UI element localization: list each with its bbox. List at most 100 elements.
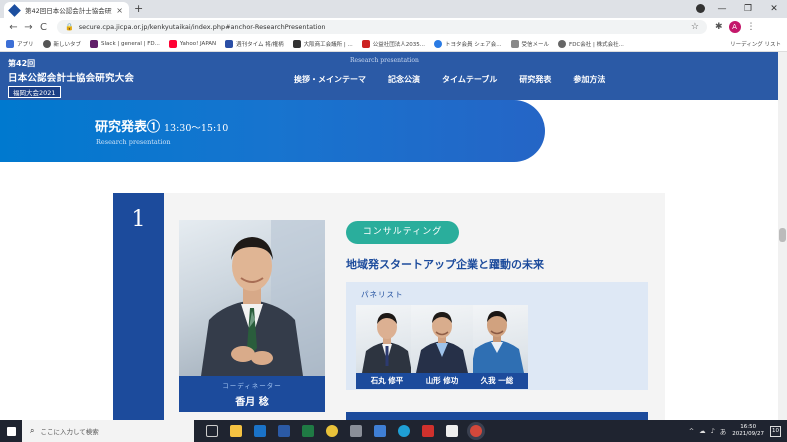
browser-tab[interactable]: 第42回日本公認会計士協会研究大会 × [4,2,129,18]
chrome-active-icon[interactable] [470,425,482,437]
logo-badge: 福岡大会2021 [8,86,61,98]
page-scrollbar[interactable] [778,52,787,420]
profile-avatar[interactable]: A [728,21,741,33]
store-icon[interactable] [374,425,386,437]
global-nav: 挨拶・メインテーマ 記念公演 タイムテーブル 研究発表 参加方法 [294,74,627,85]
bookmark-item[interactable]: Slack | general | FD... [90,39,160,48]
browser-menu-icon[interactable]: ⋮ [747,22,756,32]
bookmark-item[interactable]: トヨタ会員 シェア会... [434,39,502,48]
yahoo-icon [168,39,177,48]
onedrive-icon[interactable]: ☁ [699,427,706,435]
presentation-title: 地域発スタートアップ企業と躍動の未来 [346,258,544,271]
nav-active-caption: Research presentation [350,57,419,64]
taskbar-clock[interactable]: 16:50 2021/09/27 [732,424,764,438]
bookmark-item[interactable]: 公益社団法人2035... [361,39,425,48]
reload-button[interactable]: C [36,22,51,33]
address-bar[interactable]: 🔒 secure.cpa.jicpa.or.jp/kenkyutaikai/in… [57,20,707,34]
tray-expand-icon[interactable]: ^ [689,427,694,435]
mail-icon [510,39,519,48]
forward-button[interactable]: → [21,22,36,33]
coordinator-caption: コーディネーター 香月 稔 [179,376,325,412]
globe-icon [558,39,567,48]
outlook-icon[interactable] [254,425,266,437]
url-text[interactable]: secure.cpa.jicpa.or.jp/kenkyutaikai/inde… [79,23,326,31]
back-button[interactable]: ← [6,22,21,33]
panelist-name: 山形 修功 [411,373,473,389]
record-icon[interactable] [696,4,705,13]
panelist-card: 山形 修功 [411,305,473,389]
next-card-edge [346,412,648,420]
file-explorer-icon[interactable] [230,425,242,437]
presentation-number-bar: 1 [113,193,164,420]
new-tab-button[interactable]: + [134,2,143,15]
site-icon [292,39,301,48]
reading-list[interactable]: リーディング リスト [730,40,781,48]
presentation-number: 1 [131,207,146,232]
site-favicon-icon [8,3,21,17]
reading-list-label: リーディング リスト [730,41,781,48]
nav-item-participation[interactable]: 参加方法 [573,74,605,85]
tool-icon[interactable] [350,425,362,437]
bookmark-item[interactable]: FDC会社 | 株式会社... [558,39,624,48]
tab-close-icon[interactable]: × [116,6,123,15]
edge-icon[interactable] [398,425,410,437]
minimize-button[interactable]: — [709,0,735,18]
logo-title: 日本公認会計士協会研究大会 [8,73,135,84]
start-button[interactable] [0,420,22,442]
address-toolbar: ← → C 🔒 secure.cpa.jicpa.or.jp/kenkyutai… [0,18,787,36]
bookmarks-bar: アプリ 新しいタブ Slack | general | FD... Yahoo!… [0,36,787,52]
panelist-name: 久我 一総 [466,373,528,389]
panelist-card: 久我 一総 [466,305,528,389]
person-portrait-icon [416,312,468,373]
globe-icon [42,39,51,48]
excel-icon[interactable] [302,425,314,437]
coordinator-role: コーディネーター [222,382,282,390]
bookmark-item[interactable]: アプリ [6,39,34,48]
notification-button[interactable]: 10 [770,425,781,437]
slack-icon [90,39,99,48]
bookmark-item[interactable]: Yahoo! JAPAN [168,39,216,48]
word-icon[interactable] [278,425,290,437]
site-icon [361,39,370,48]
taskbar-search-placeholder: ここに入力して検索 [40,428,99,436]
bookmark-item[interactable]: 大阪商工会議所 | ... [292,39,353,48]
panelist-name: 石丸 修平 [356,373,418,389]
task-view-icon[interactable] [206,425,218,437]
site-logo[interactable]: 第42回 日本公認会計士協会研究大会 福岡大会2021 [8,58,134,98]
zoom-icon[interactable] [446,425,458,437]
person-portrait-icon [362,313,412,373]
nav-item-lecture[interactable]: 記念公演 [388,74,420,85]
bookmark-item[interactable]: 受信メール [510,39,549,48]
section-time: 13:30〜15:10 [164,123,229,134]
windows-logo-icon [6,426,16,436]
bookmark-star-icon[interactable]: ☆ [691,22,699,32]
site-header: 第42回 日本公認会計士協会研究大会 福岡大会2021 Research pre… [0,52,778,100]
nav-item-greeting[interactable]: 挨拶・メインテーマ [294,74,366,85]
close-window-button[interactable]: ✕ [761,0,787,18]
search-icon: ⌕ [30,426,35,435]
nav-item-research[interactable]: 研究発表 [519,74,551,85]
section-title: 研究発表① 13:30〜15:10 [95,116,228,135]
panelist-heading: パネリスト [361,290,404,299]
taskbar-apps [200,425,488,437]
acrobat-icon[interactable] [422,425,434,437]
chrome-icon[interactable] [326,425,338,437]
bookmark-item[interactable]: 新しいタブ [42,39,81,48]
extensions-puzzle-icon[interactable]: ✱ [715,22,723,32]
bookmark-item[interactable]: 週刊タイム 将/権柄 [225,39,284,48]
ime-indicator[interactable]: あ [720,426,727,436]
person-portrait-icon [201,220,325,376]
lock-icon: 🔒 [65,23,74,31]
scrollbar-thumb[interactable] [779,228,786,242]
maximize-button[interactable]: ❐ [735,0,761,18]
nav-item-timetable[interactable]: タイムテーブル [442,74,497,85]
panelist-box: パネリスト 石丸 修平 久我 一総 山形 修功 [346,282,648,390]
taskbar-search[interactable]: ⌕ ここに入力して検索 [22,420,194,442]
coordinator-photo [179,220,325,376]
window-controls: — ❐ ✕ [709,0,787,18]
presentation-card: 1 コーディネーター 香月 稔 コンサルティング 地域発スタートアップ企業と躍動… [113,193,665,420]
volume-icon[interactable]: ♪ [711,427,715,435]
person-portrait-icon [470,311,524,373]
coordinator-name: 香月 稔 [235,397,269,408]
apps-grid-icon [6,39,14,48]
